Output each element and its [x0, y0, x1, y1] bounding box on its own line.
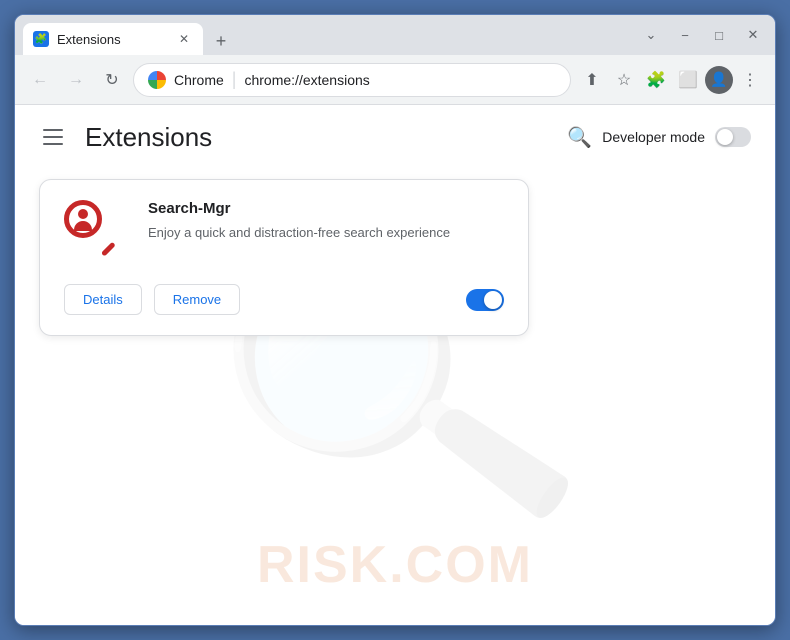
- address-separator: |: [232, 69, 237, 90]
- remove-button[interactable]: Remove: [154, 284, 240, 315]
- title-bar: 🧩 Extensions ✕ + ⌄ − □ ✕: [15, 15, 775, 55]
- extension-card: Search-Mgr Enjoy a quick and distraction…: [39, 179, 529, 336]
- address-brand: Chrome: [174, 72, 224, 88]
- magnifier-stick: [101, 242, 116, 257]
- share-icon[interactable]: ⬆: [577, 65, 607, 95]
- toolbar-icons: ⬆ ☆ 🧩 ⬜ 👤 ⋮: [577, 65, 765, 95]
- hamburger-line-2: [43, 136, 63, 138]
- new-tab-button[interactable]: +: [207, 27, 235, 55]
- hamburger-line-1: [43, 129, 63, 131]
- window-controls: ⌄ − □ ✕: [637, 21, 767, 49]
- address-bar[interactable]: Chrome | chrome://extensions: [133, 63, 571, 97]
- extension-name: Search-Mgr: [148, 200, 504, 217]
- extensions-area: Search-Mgr Enjoy a quick and distraction…: [15, 169, 775, 360]
- reload-button[interactable]: ↻: [97, 65, 127, 95]
- page-title: Extensions: [85, 122, 553, 153]
- details-button[interactable]: Details: [64, 284, 142, 315]
- page-content: 🔍 RISK.COM Extensions 🔍 Developer mode: [15, 105, 775, 625]
- card-bottom: Details Remove: [64, 284, 504, 315]
- extension-icon-wrap: [64, 200, 128, 264]
- tab-favicon-icon: 🧩: [33, 31, 49, 47]
- tab-bar: 🧩 Extensions ✕ +: [23, 15, 631, 55]
- toggle-knob: [717, 129, 733, 145]
- chrome-logo-icon: [148, 71, 166, 89]
- tab-title: Extensions: [57, 32, 121, 47]
- header-right: 🔍 Developer mode: [567, 125, 751, 150]
- tab-close-button[interactable]: ✕: [175, 30, 193, 48]
- card-top: Search-Mgr Enjoy a quick and distraction…: [64, 200, 504, 264]
- maximize-button[interactable]: □: [705, 21, 733, 49]
- address-url: chrome://extensions: [244, 72, 369, 88]
- toolbar: ← → ↻ Chrome | chrome://extensions ⬆ ☆ 🧩…: [15, 55, 775, 105]
- browser-window: 🧩 Extensions ✕ + ⌄ − □ ✕ ← → ↻ Chrome | …: [14, 14, 776, 626]
- close-button[interactable]: ✕: [739, 21, 767, 49]
- card-toggle-knob: [484, 291, 502, 309]
- forward-button[interactable]: →: [61, 65, 91, 95]
- hamburger-menu-button[interactable]: [39, 121, 71, 153]
- watermark-text: RISK.COM: [257, 535, 533, 595]
- search-icon[interactable]: 🔍: [567, 125, 592, 150]
- extension-info: Search-Mgr Enjoy a quick and distraction…: [148, 200, 504, 264]
- page-header: Extensions 🔍 Developer mode: [15, 105, 775, 169]
- developer-mode-toggle[interactable]: [715, 127, 751, 147]
- split-icon[interactable]: ⬜: [673, 65, 703, 95]
- extension-description: Enjoy a quick and distraction-free searc…: [148, 223, 504, 243]
- chevron-down-button[interactable]: ⌄: [637, 21, 665, 49]
- active-tab[interactable]: 🧩 Extensions ✕: [23, 23, 203, 55]
- extension-enabled-toggle[interactable]: [466, 289, 504, 311]
- extensions-icon[interactable]: 🧩: [641, 65, 671, 95]
- hamburger-line-3: [43, 143, 63, 145]
- minimize-button[interactable]: −: [671, 21, 699, 49]
- magnifier-icon: [64, 200, 114, 250]
- menu-icon[interactable]: ⋮: [735, 65, 765, 95]
- magnifier-circle: [64, 200, 102, 238]
- back-button[interactable]: ←: [25, 65, 55, 95]
- bookmark-icon[interactable]: ☆: [609, 65, 639, 95]
- developer-mode-label: Developer mode: [602, 129, 705, 145]
- profile-button[interactable]: 👤: [705, 66, 733, 94]
